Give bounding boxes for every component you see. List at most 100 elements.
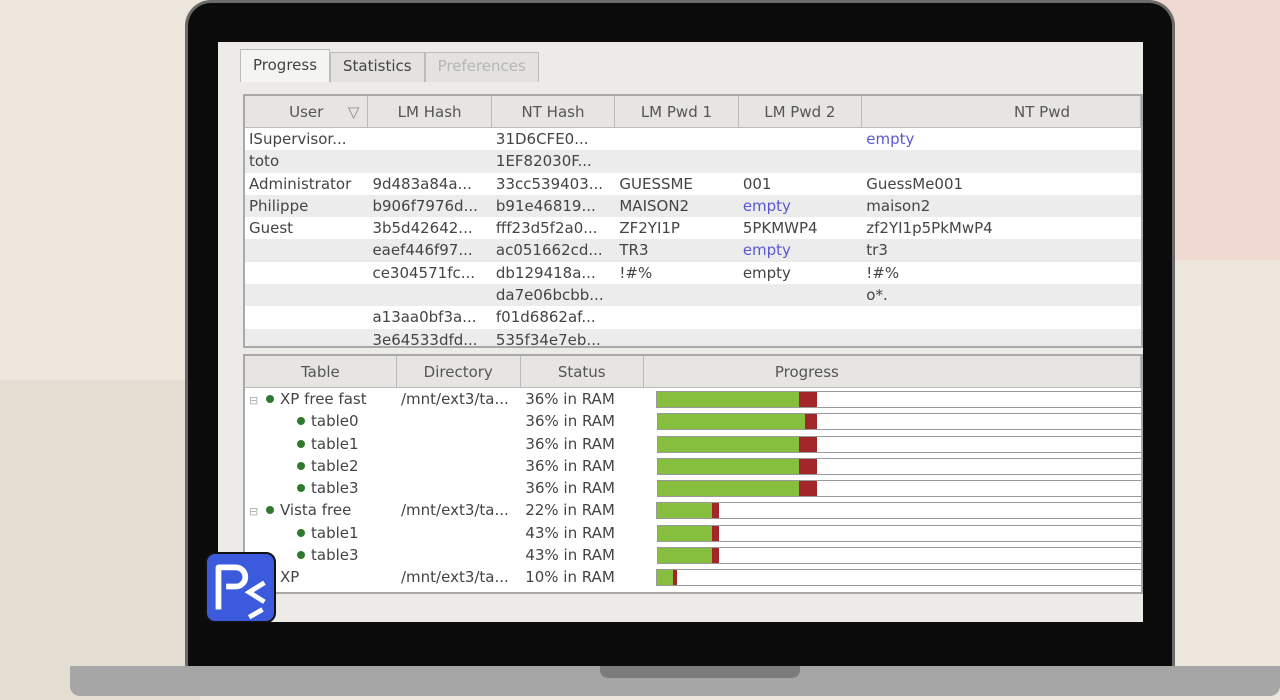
user-row[interactable]: da7e06bcbb... o*.	[245, 284, 1141, 307]
table-row[interactable]: table0 36% in RAM	[245, 410, 1141, 433]
directory-cell: /mnt/ext3/ta...	[401, 501, 509, 520]
cell-lm-hash: eaef446f97...	[372, 241, 473, 260]
progress-done-fill	[657, 392, 799, 407]
tab-bar: Progress Statistics Preferences	[240, 49, 539, 82]
user-row[interactable]: ISupervisor... 31D6CFE0... empty	[245, 128, 1141, 150]
status-cell: 10% in RAM	[525, 568, 615, 587]
progress-current-fill	[798, 436, 818, 452]
directory-cell	[397, 544, 521, 566]
progress-cell	[645, 410, 1141, 432]
cell-nt-pwd	[862, 150, 1141, 172]
table-row[interactable]: table3 43% in RAM	[245, 544, 1141, 567]
progress-done-fill	[657, 436, 799, 452]
directory-cell: /mnt/ext3/ta...	[401, 568, 509, 587]
column-header-table[interactable]: Table	[245, 356, 397, 387]
cell-user: toto	[249, 152, 280, 171]
column-header-status[interactable]: Status	[521, 356, 644, 387]
column-header-nt-pwd[interactable]: NT Pwd	[862, 96, 1141, 127]
table-name-cell: table1	[245, 433, 397, 455]
progress-bar	[656, 413, 1141, 431]
user-row[interactable]: Philippe b906f7976d... b91e46819... MAISON2…	[245, 194, 1141, 218]
cell-lm-pwd-2: empty	[742, 241, 791, 260]
user-row[interactable]: 3e64533dfd... 535f34e7eb...	[245, 328, 1141, 346]
cell-nt-hash: db129418a...	[495, 263, 596, 282]
cell-nt-hash: f01d6862af...	[495, 308, 596, 327]
users-table-body: ISupervisor... 31D6CFE0... empty toto 1EF820…	[245, 128, 1141, 346]
column-header-lm-pwd2[interactable]: LM Pwd 2	[739, 96, 863, 127]
cell-nt-hash: b91e46819...	[495, 196, 596, 215]
table-name: table0	[311, 412, 359, 431]
tables-tree: ⊟ XP free fast/mnt/ext3/ta... 36% in RAM ta…	[245, 388, 1141, 589]
cell-user	[245, 284, 368, 306]
table-name: XP free fast	[280, 390, 367, 408]
column-header-nt-hash[interactable]: NT Hash	[492, 96, 616, 127]
collapse-icon[interactable]: ⊟	[249, 390, 258, 410]
column-header-directory[interactable]: Directory	[397, 356, 521, 387]
table-row[interactable]: table2 36% in RAM	[245, 454, 1141, 478]
cell-user	[245, 306, 368, 328]
cell-nt-hash: fff23d5f2a0...	[495, 219, 598, 238]
progress-bar	[656, 480, 1141, 498]
user-row[interactable]: toto 1EF82030F...	[245, 150, 1141, 173]
table-name: table2	[311, 456, 359, 475]
column-label: User	[289, 103, 324, 121]
progress-done-fill	[657, 525, 713, 541]
cell-nt-pwd: o*.	[866, 286, 888, 305]
table-name: table3	[311, 546, 359, 565]
cell-nt-pwd: tr3	[866, 241, 888, 260]
directory-cell	[397, 455, 521, 477]
users-table-header: User ▽ LM Hash NT Hash LM Pwd 1 LM Pwd 2 …	[245, 96, 1141, 128]
cell-nt-hash: 1EF82030F...	[495, 152, 592, 171]
ophcrack-window: Progress Statistics Preferences User ▽ LM…	[218, 42, 1143, 622]
status-cell: 36% in RAM	[525, 456, 615, 475]
status-dot-icon	[297, 439, 305, 448]
cell-lm-hash	[368, 128, 491, 150]
table-name-cell: table2	[245, 455, 397, 477]
cell-lm-pwd-1	[615, 306, 738, 328]
cell-lm-pwd-1: TR3	[619, 241, 649, 260]
cell-nt-pwd: zf2YI1p5PkMwP4	[866, 219, 993, 238]
user-row[interactable]: ce304571fc... db129418a... !#% empty !#%	[245, 262, 1141, 284]
cell-lm-pwd-2	[739, 306, 862, 328]
sort-filter-icon[interactable]: ▽	[348, 96, 360, 128]
pc-logo	[205, 552, 276, 623]
table-name-cell: table3	[245, 477, 397, 499]
directory-cell	[397, 477, 521, 499]
cell-user: ISupervisor...	[249, 130, 347, 148]
status-cell: 22% in RAM	[525, 501, 615, 520]
table-row[interactable]: table1 43% in RAM	[245, 521, 1141, 545]
progress-bar	[656, 547, 1141, 565]
progress-current-fill	[712, 503, 720, 519]
cell-lm-pwd-1: ZF2YI1P	[619, 219, 680, 238]
table-name-cell: ⊟ Vista free	[245, 499, 397, 521]
tab-progress[interactable]: Progress	[240, 49, 331, 82]
user-row[interactable]: Administrator 9d483a84a... 33cc539403... GU…	[245, 173, 1141, 195]
table-row[interactable]: ⊟ Vista free/mnt/ext3/ta... 22% in RAM	[245, 499, 1141, 522]
cell-lm-pwd-1: MAISON2	[619, 196, 690, 215]
progress-current-fill	[672, 570, 677, 586]
user-row[interactable]: eaef446f97... ac051662cd... TR3 empty tr3	[245, 239, 1141, 262]
status-dot-icon	[297, 484, 305, 493]
table-row[interactable]: XP/mnt/ext3/ta... 10% in RAM	[245, 566, 1141, 589]
progress-done-fill	[657, 481, 799, 497]
progress-cell	[645, 433, 1141, 455]
progress-current-fill	[798, 392, 818, 407]
cell-lm-hash	[368, 284, 491, 306]
column-header-user[interactable]: User ▽	[245, 96, 369, 128]
tab-statistics[interactable]: Statistics	[330, 52, 425, 82]
tables-table-header: Table Directory Status Progress	[245, 356, 1141, 388]
collapse-icon[interactable]: ⊟	[249, 501, 258, 521]
progress-bar	[656, 569, 1141, 587]
cell-lm-pwd-1	[615, 329, 738, 346]
table-row[interactable]: ⊟ XP free fast/mnt/ext3/ta... 36% in RAM	[245, 388, 1141, 411]
table-row[interactable]: table3 36% in RAM	[245, 477, 1141, 500]
progress-current-fill	[804, 414, 818, 430]
column-header-lm-hash[interactable]: LM Hash	[368, 96, 492, 127]
table-row[interactable]: table1 36% in RAM	[245, 432, 1141, 455]
column-header-lm-pwd1[interactable]: LM Pwd 1	[615, 96, 739, 127]
column-header-progress[interactable]: Progress	[644, 356, 1141, 387]
table-name: table1	[311, 434, 359, 453]
user-row[interactable]: Guest 3b5d42642... fff23d5f2a0... ZF2YI1P 5P…	[245, 217, 1141, 239]
user-row[interactable]: a13aa0bf3a... f01d6862af...	[245, 306, 1141, 328]
status-cell: 43% in RAM	[525, 523, 615, 542]
